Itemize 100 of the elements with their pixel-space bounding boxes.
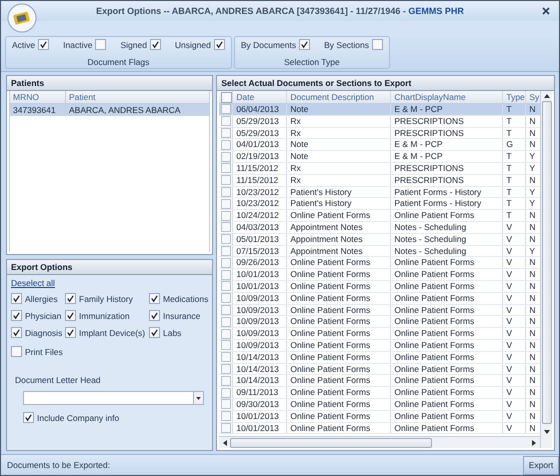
deselect-all-link[interactable]: Deselect all — [11, 278, 208, 288]
checkbox[interactable] — [65, 293, 76, 304]
document-row[interactable]: 10/09/2013 Online Patient Forms Online Patient Forms V N — [219, 340, 540, 352]
document-row[interactable]: 09/11/2013 Online Patient Forms Online Patient Forms V N — [219, 387, 540, 399]
row-checkbox[interactable] — [221, 152, 232, 162]
document-row[interactable]: 11/15/2012 Rx PRESCRIPTIONS T Y — [219, 162, 540, 175]
row-checkbox[interactable] — [221, 364, 232, 374]
row-checkbox[interactable] — [221, 388, 232, 398]
document-row[interactable]: 10/09/2013 Online Patient Forms Online Patient Forms V N — [219, 292, 540, 305]
horizontal-scrollbar[interactable] — [219, 436, 540, 448]
letter-head-dropdown[interactable] — [23, 391, 204, 405]
option-label: Implant Device(s) — [79, 328, 146, 338]
document-row[interactable]: 05/29/2013 Rx PRESCRIPTIONS T N — [219, 116, 540, 128]
document-row[interactable]: 10/01/2013 Online Patient Forms Online Patient Forms V N — [219, 410, 540, 423]
patient-row[interactable]: 347393641 ABARCA, ANDRES ABARCA — [10, 104, 210, 116]
document-row[interactable]: 10/09/2013 Online Patient Forms Online Patient Forms V N — [219, 304, 540, 316]
scroll-up-arrow-icon[interactable] — [544, 94, 550, 98]
row-checkbox[interactable] — [221, 411, 232, 422]
document-row[interactable]: 10/09/2013 Online Patient Forms Online Patient Forms V N — [219, 316, 540, 328]
column-header[interactable]: Patient — [66, 91, 96, 103]
checkbox[interactable] — [214, 39, 225, 50]
document-row[interactable]: 10/14/2013 Online Patient Forms Online Patient Forms V N — [219, 364, 540, 376]
vertical-scrollbar[interactable] — [540, 91, 552, 448]
document-row[interactable]: 10/01/2013 Online Patient Forms Online Patient Forms V N — [219, 280, 540, 293]
window-title: Export Options -- ABARCA, ANDRES ABARCA [347393641] - 11/27/1946 - — [96, 6, 407, 16]
checkbox[interactable] — [149, 310, 160, 321]
export-button[interactable]: Export — [523, 456, 559, 474]
row-checkbox[interactable] — [221, 140, 232, 150]
checkbox[interactable] — [149, 327, 160, 338]
checkbox[interactable] — [38, 39, 50, 50]
row-checkbox[interactable] — [221, 304, 232, 315]
checkbox[interactable] — [65, 327, 76, 338]
document-row[interactable]: 10/14/2013 Online Patient Forms Online Patient Forms V N — [219, 375, 540, 388]
row-checkbox[interactable] — [221, 281, 232, 292]
row-checkbox[interactable] — [221, 399, 232, 410]
select-all-checkbox[interactable] — [221, 92, 232, 102]
row-checkbox[interactable] — [221, 234, 232, 244]
row-checkbox[interactable] — [221, 116, 232, 126]
option-label: Diagnosis — [25, 328, 62, 338]
document-row[interactable]: 04/03/2013 Appointment Notes Notes - Scheduling V N — [219, 222, 540, 234]
checkbox[interactable] — [150, 39, 161, 50]
checkbox[interactable] — [95, 39, 106, 50]
scroll-left-arrow-icon[interactable] — [223, 440, 228, 446]
document-row[interactable]: 10/09/2013 Online Patient Forms Online Patient Forms V N — [219, 328, 540, 340]
checkbox[interactable] — [65, 310, 76, 321]
row-checkbox[interactable] — [221, 128, 232, 138]
row-checkbox[interactable] — [221, 352, 232, 362]
row-checkbox[interactable] — [221, 376, 232, 386]
group-label: Selection Type — [283, 57, 341, 67]
document-row[interactable]: 02/19/2013 Note E & M - PCP T Y — [219, 151, 540, 163]
checkbox[interactable] — [11, 327, 22, 338]
close-icon[interactable] — [542, 7, 550, 15]
document-row[interactable]: 07/15/2013 Appointment Notes Notes - Scheduling V Y — [219, 246, 540, 258]
document-row[interactable]: 11/15/2012 Rx PRESCRIPTIONS T N — [219, 174, 540, 187]
column-header[interactable]: Document Description — [287, 91, 392, 103]
document-row[interactable]: 05/01/2013 Appointment Notes Notes - Scheduling V N — [219, 234, 540, 246]
scroll-right-arrow-icon[interactable] — [532, 440, 536, 446]
column-header[interactable]: MRNO — [10, 91, 66, 103]
checkbox[interactable] — [23, 412, 34, 423]
row-checkbox[interactable] — [221, 246, 232, 256]
checkbox[interactable] — [372, 39, 384, 50]
column-header[interactable]: Type — [503, 91, 526, 103]
row-checkbox[interactable] — [221, 104, 232, 114]
checkbox[interactable] — [11, 293, 22, 304]
panel-header: Patients — [7, 76, 212, 91]
row-checkbox[interactable] — [221, 163, 232, 174]
document-row[interactable]: 05/29/2013 Rx PRESCRIPTIONS T N — [219, 128, 540, 140]
checkbox[interactable] — [11, 310, 22, 321]
row-checkbox[interactable] — [221, 175, 232, 186]
row-checkbox[interactable] — [221, 328, 232, 339]
row-checkbox[interactable] — [221, 210, 232, 221]
document-row[interactable]: 10/01/2013 Online Patient Forms Online Patient Forms V N — [219, 269, 540, 281]
column-header[interactable]: ChartDisplayName — [391, 91, 504, 103]
document-row[interactable]: 10/01/2013 Online Patient Forms Online Patient Forms V N — [219, 422, 540, 434]
checkbox[interactable] — [11, 346, 22, 357]
row-checkbox[interactable] — [221, 422, 232, 433]
row-checkbox[interactable] — [221, 316, 232, 327]
row-checkbox[interactable] — [221, 186, 232, 197]
scroll-down-arrow-icon[interactable] — [544, 430, 550, 434]
panel-header: Export Options — [7, 260, 212, 275]
checkbox[interactable] — [149, 293, 160, 304]
document-row[interactable]: 04/01/2013 Note E & M - PCP G N — [219, 139, 540, 152]
document-row[interactable]: 10/14/2013 Online Patient Forms Online Patient Forms V N — [219, 352, 540, 364]
column-header[interactable]: Sy — [526, 91, 540, 103]
row-checkbox[interactable] — [221, 340, 232, 350]
row-checkbox[interactable] — [221, 258, 232, 268]
document-row[interactable]: 10/23/2012 Patient's History Patient Forms - History T Y — [219, 198, 540, 210]
option-label: Medications — [163, 294, 208, 304]
column-header[interactable]: Date — [233, 91, 288, 103]
row-checkbox[interactable] — [221, 270, 232, 280]
option-label: Include Company info — [37, 412, 120, 422]
document-row[interactable]: 10/23/2012 Patient's History Patient Forms - History T Y — [219, 186, 540, 198]
row-checkbox[interactable] — [221, 222, 232, 232]
document-row[interactable]: 10/24/2012 Online Patient Forms Online Patient Forms T N — [219, 210, 540, 222]
row-checkbox[interactable] — [221, 198, 232, 209]
row-checkbox[interactable] — [221, 293, 232, 304]
checkbox[interactable] — [299, 39, 310, 50]
document-row[interactable]: 09/30/2013 Online Patient Forms Online Patient Forms V N — [219, 398, 540, 411]
document-row[interactable]: 09/26/2013 Online Patient Forms Online Patient Forms V N — [219, 257, 540, 270]
document-row[interactable]: 06/04/2013 Note E & M - PCP T N — [219, 104, 540, 116]
